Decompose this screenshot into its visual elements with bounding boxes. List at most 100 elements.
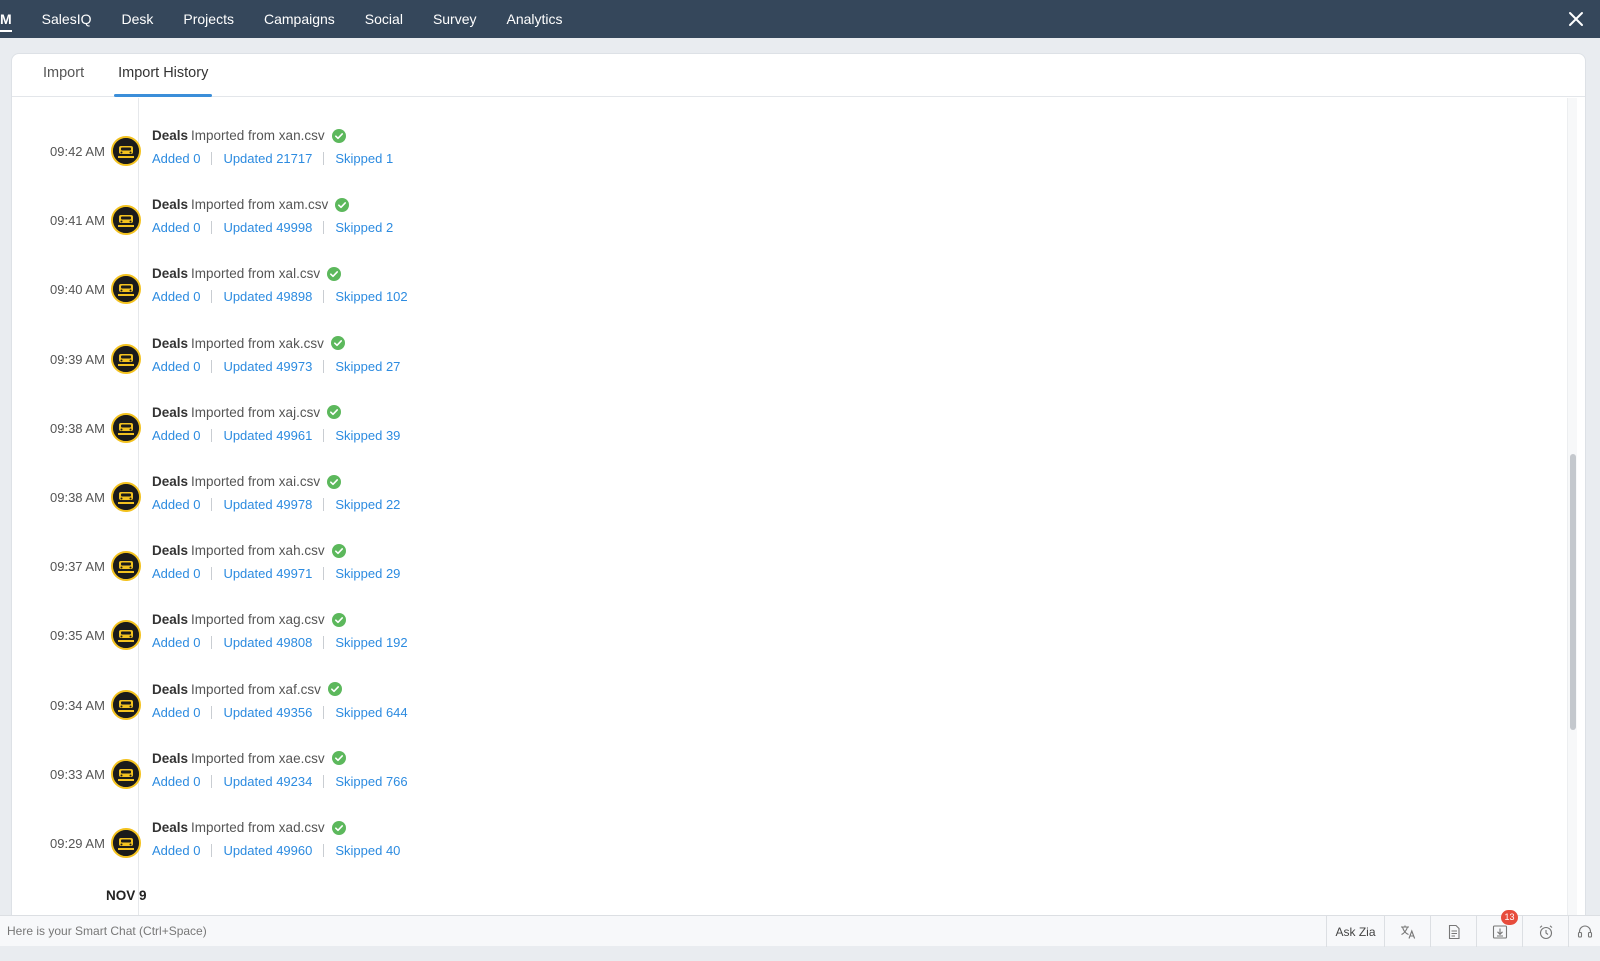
updated-count-link[interactable]: Updated 49978 <box>223 497 312 512</box>
support-icon[interactable] <box>1568 916 1600 947</box>
import-history-entry: 09:35 AM Deals Imported from xag.csv Add… <box>12 608 712 668</box>
skipped-count-link[interactable]: Skipped 1 <box>335 151 393 166</box>
nav-item-campaigns[interactable]: Campaigns <box>264 0 335 38</box>
divider <box>211 221 213 235</box>
entry-title: Deals Imported from xai.csv <box>152 474 342 489</box>
divider <box>211 152 213 165</box>
entry-module: Deals <box>152 750 189 766</box>
close-icon[interactable] <box>1566 9 1586 29</box>
tab-import[interactable]: Import <box>39 54 88 96</box>
updated-count-link[interactable]: Updated 49998 <box>223 220 312 235</box>
entry-description: Imported from xah.csv <box>191 543 325 559</box>
added-count-link[interactable]: Added 0 <box>152 774 200 789</box>
entry-title: Deals Imported from xak.csv <box>152 336 345 351</box>
divider <box>211 844 213 857</box>
entry-stats: Added 0 Updated 49998 Skipped 2 <box>152 220 393 235</box>
skipped-count-link[interactable]: Skipped 102 <box>335 289 407 304</box>
divider <box>323 428 325 442</box>
tab-import-history[interactable]: Import History <box>114 54 213 97</box>
updated-count-link[interactable]: Updated 21717 <box>223 151 312 166</box>
entry-description: Imported from xad.csv <box>191 820 325 835</box>
import-history-entry: 09:33 AM Deals Imported from xae.csv Add… <box>12 747 712 807</box>
updated-count-link[interactable]: Updated 49356 <box>223 705 312 720</box>
divider <box>211 290 213 304</box>
top-navigation-bar: M SalesIQ Desk Projects Campaigns Social… <box>0 0 1600 38</box>
nav-item-analytics[interactable]: Analytics <box>507 0 563 38</box>
added-count-link[interactable]: Added 0 <box>152 220 200 235</box>
divider <box>323 498 325 511</box>
nav-item-survey[interactable]: Survey <box>433 0 477 38</box>
skipped-count-link[interactable]: Skipped 27 <box>335 359 400 374</box>
divider <box>323 152 325 165</box>
entry-stats: Added 0 Updated 21717 Skipped 1 <box>152 151 393 166</box>
added-count-link[interactable]: Added 0 <box>152 635 200 650</box>
updated-count-link[interactable]: Updated 49234 <box>223 774 312 789</box>
user-avatar-icon <box>111 828 141 858</box>
entry-title: Deals Imported from xan.csv <box>152 128 346 143</box>
entry-stats: Added 0 Updated 49808 Skipped 192 <box>152 635 408 650</box>
divider <box>211 498 213 511</box>
import-history-entry: 09:42 AM Deals Imported from xan.csv Add… <box>12 124 712 184</box>
download-icon[interactable]: 13 <box>1476 910 1522 947</box>
user-avatar-icon <box>111 274 141 305</box>
nav-item-desk[interactable]: Desk <box>121 0 153 38</box>
added-count-link[interactable]: Added 0 <box>152 151 200 166</box>
added-count-link[interactable]: Added 0 <box>152 359 200 374</box>
skipped-count-link[interactable]: Skipped 22 <box>335 497 400 512</box>
entry-module: Deals <box>152 612 189 628</box>
added-count-link[interactable]: Added 0 <box>152 566 200 581</box>
skipped-count-link[interactable]: Skipped 644 <box>335 705 407 720</box>
scrollbar[interactable] <box>1567 98 1577 917</box>
skipped-count-link[interactable]: Skipped 766 <box>335 774 407 789</box>
nav-item-crm[interactable]: M <box>0 0 12 38</box>
updated-count-link[interactable]: Updated 49973 <box>223 359 312 374</box>
entry-module: Deals <box>152 681 189 697</box>
entry-title: Deals Imported from xah.csv <box>152 543 346 558</box>
divider <box>323 844 325 857</box>
entry-stats: Added 0 Updated 49971 Skipped 29 <box>152 566 400 581</box>
skipped-count-link[interactable]: Skipped 192 <box>335 635 407 650</box>
smart-chat-input[interactable]: Here is your Smart Chat (Ctrl+Space) <box>7 924 207 938</box>
updated-count-link[interactable]: Updated 49808 <box>223 635 312 650</box>
success-check-icon <box>331 612 346 627</box>
updated-count-link[interactable]: Updated 49960 <box>223 843 312 858</box>
added-count-link[interactable]: Added 0 <box>152 843 200 858</box>
nav-item-projects[interactable]: Projects <box>183 0 234 38</box>
success-check-icon <box>331 543 346 558</box>
import-history-entry: 09:39 AM Deals Imported from xak.csv Add… <box>12 332 712 392</box>
divider <box>211 359 213 373</box>
import-history-entry: 09:37 AM Deals Imported from xah.csv Add… <box>12 539 712 599</box>
updated-count-link[interactable]: Updated 49961 <box>223 428 312 443</box>
entry-description: Imported from xai.csv <box>191 474 321 489</box>
updated-count-link[interactable]: Updated 49898 <box>223 289 312 304</box>
divider <box>323 567 325 581</box>
updated-count-link[interactable]: Updated 49971 <box>223 566 312 581</box>
skipped-count-link[interactable]: Skipped 39 <box>335 428 400 443</box>
divider <box>211 636 213 650</box>
notes-icon[interactable] <box>1430 916 1476 947</box>
success-check-icon <box>327 405 342 420</box>
scrollbar-thumb[interactable] <box>1570 454 1576 730</box>
added-count-link[interactable]: Added 0 <box>152 497 200 512</box>
skipped-count-link[interactable]: Skipped 2 <box>335 220 393 235</box>
notification-badge: 13 <box>1501 910 1518 925</box>
entry-module: Deals <box>152 820 189 835</box>
success-check-icon <box>330 336 345 351</box>
alarm-clock-icon[interactable] <box>1522 916 1568 947</box>
skipped-count-link[interactable]: Skipped 29 <box>335 566 400 581</box>
ask-zia-button[interactable]: Ask Zia <box>1326 916 1384 947</box>
added-count-link[interactable]: Added 0 <box>152 705 200 720</box>
skipped-count-link[interactable]: Skipped 40 <box>335 843 400 858</box>
divider <box>211 567 213 581</box>
user-avatar-icon <box>111 482 141 512</box>
entry-description: Imported from xaj.csv <box>191 404 321 420</box>
divider <box>211 774 213 788</box>
nav-item-social[interactable]: Social <box>365 0 403 38</box>
nav-item-salesiq[interactable]: SalesIQ <box>42 0 92 38</box>
user-avatar-icon <box>111 343 141 374</box>
user-avatar-icon <box>111 136 141 166</box>
added-count-link[interactable]: Added 0 <box>152 428 200 443</box>
added-count-link[interactable]: Added 0 <box>152 289 200 304</box>
user-avatar-icon <box>111 689 141 720</box>
translate-icon[interactable] <box>1384 916 1430 947</box>
